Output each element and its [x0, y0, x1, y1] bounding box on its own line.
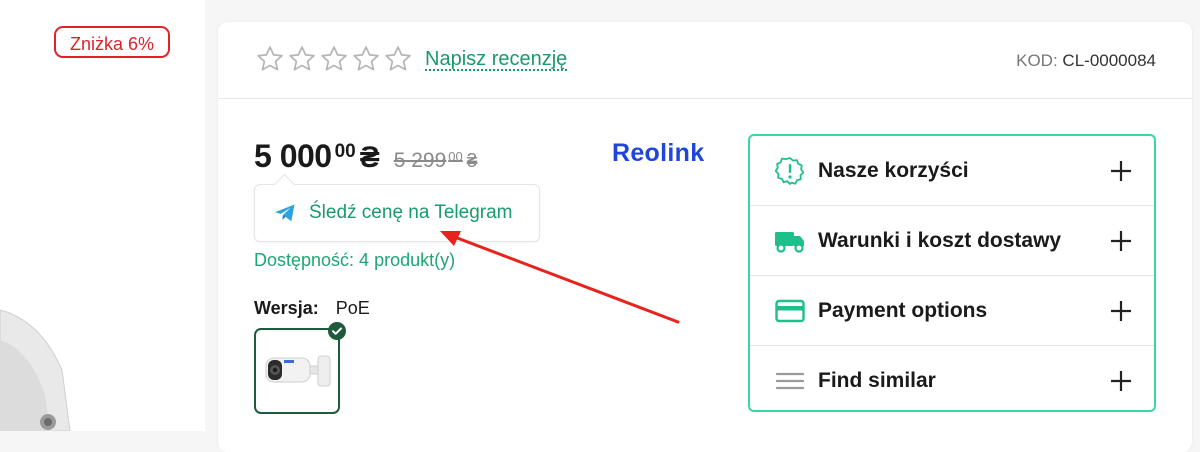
plus-icon[interactable]: [1110, 230, 1132, 252]
product-code-value: CL-0000084: [1062, 51, 1156, 70]
product-card: Napisz recenzję KOD: CL-0000084 5 000 00…: [218, 22, 1192, 452]
plus-icon[interactable]: [1110, 300, 1132, 322]
plus-icon[interactable]: [1110, 370, 1132, 392]
telegram-plane-icon: [275, 204, 295, 222]
current-price: 5 000: [254, 138, 332, 174]
discount-badge: Zniżka 6%: [54, 26, 171, 58]
current-price-currency: ₴: [359, 141, 380, 174]
variant-option-poe[interactable]: [254, 322, 346, 414]
camera-thumbnail: [265, 355, 331, 387]
track-price-telegram-button[interactable]: Śledź cenę na Telegram: [254, 184, 540, 242]
availability-text: Dostępność: 4 produkt(y): [254, 250, 456, 270]
write-review-link[interactable]: Napisz recenzję: [425, 48, 567, 71]
credit-card-icon: [774, 295, 806, 327]
plus-icon[interactable]: [1110, 160, 1132, 182]
old-price: 5 299 00 ₴: [394, 149, 478, 173]
version-selector-label: Wersja: PoE: [254, 298, 370, 319]
version-value: PoE: [335, 298, 370, 318]
accordion-label: Payment options: [818, 298, 988, 322]
product-image-partial: [0, 309, 71, 431]
old-price-currency: ₴: [466, 151, 478, 172]
accordion-label: Nasze korzyści: [818, 158, 969, 182]
star-empty-icon[interactable]: [383, 44, 413, 74]
product-code-label: KOD:: [1016, 51, 1058, 70]
brand-logo[interactable]: Reolink: [612, 139, 704, 168]
star-empty-icon[interactable]: [319, 44, 349, 74]
info-accordion: Nasze korzyści Warunki i koszt dostawy P…: [748, 134, 1156, 412]
accordion-item-payment[interactable]: Payment options: [750, 276, 1154, 346]
old-price-main: 5 299: [393, 149, 447, 172]
star-empty-icon[interactable]: [351, 44, 381, 74]
list-lines-icon: [774, 365, 806, 397]
accordion-label: Find similar: [818, 369, 936, 392]
accordion-label: Warunki i koszt dostawy: [818, 228, 1062, 252]
old-price-cents: 00: [448, 149, 463, 164]
star-empty-icon[interactable]: [255, 44, 285, 74]
price-block: 5 000 00 ₴ 5 299 00 ₴: [254, 138, 477, 175]
truck-icon: [774, 225, 806, 257]
telegram-button-label: Śledź cenę na Telegram: [309, 202, 513, 223]
check-circle-icon: [328, 322, 346, 340]
card-header: Napisz recenzję KOD: CL-0000084: [218, 22, 1192, 99]
gallery-area: Zniżka 6%: [0, 0, 205, 431]
accordion-item-delivery[interactable]: Warunki i koszt dostawy: [750, 206, 1154, 276]
star-empty-icon[interactable]: [287, 44, 317, 74]
version-label: Wersja:: [254, 298, 319, 318]
accordion-item-find-similar[interactable]: Find similar: [750, 346, 1154, 416]
product-code: KOD: CL-0000084: [1016, 51, 1156, 71]
badge-alert-icon: [774, 155, 806, 187]
current-price-cents: 00: [334, 141, 356, 162]
accordion-item-benefits[interactable]: Nasze korzyści: [750, 136, 1154, 206]
rating-stars[interactable]: [255, 44, 413, 74]
